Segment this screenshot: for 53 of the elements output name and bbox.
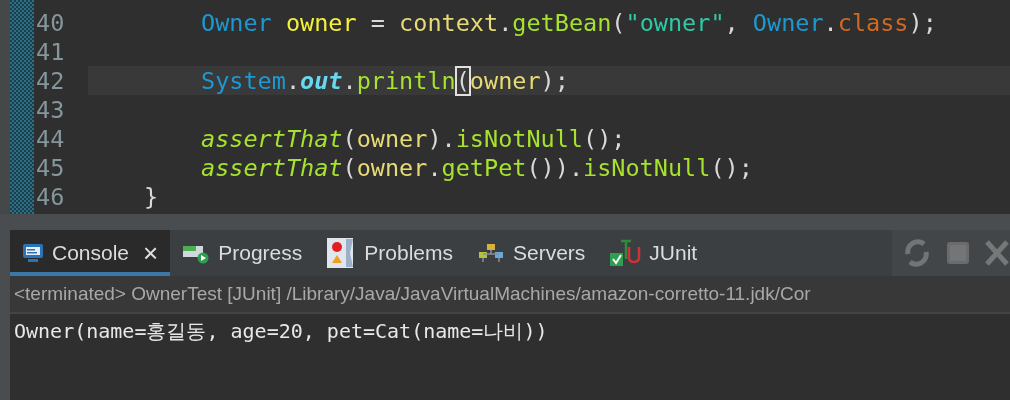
method-name: println <box>356 66 456 95</box>
method-name: getPet <box>441 153 527 182</box>
method-name: isNotNull <box>583 153 711 182</box>
code-text: . <box>823 8 838 37</box>
static-field: out <box>300 66 343 95</box>
code-text: ). <box>427 124 456 153</box>
console-description: <terminated> OwnerTest [JUnit] /Library/Java/JavaVirtualMachines/amazon-corretto-11.jdk/Cor <box>10 276 1010 314</box>
servers-icon <box>477 242 505 264</box>
variable-name: owner <box>356 153 428 182</box>
code-text: ( <box>342 153 357 182</box>
code-text: ); <box>908 8 937 37</box>
matched-bracket: ( <box>455 66 470 95</box>
method-name: isNotNull <box>455 124 584 153</box>
type-name: Owner <box>752 8 824 37</box>
type-name: System <box>201 66 286 95</box>
method-name: assertThat <box>201 153 343 182</box>
variable-name: context <box>399 8 499 37</box>
code-text: . <box>342 66 357 95</box>
code-text: (); <box>583 124 626 153</box>
view-tab[interactable]: Problems <box>314 230 465 276</box>
code-text: . <box>498 8 513 37</box>
code-text: = <box>369 8 386 37</box>
junit-icon <box>609 239 642 267</box>
variable-name: owner <box>356 124 428 153</box>
variable-name: owner <box>285 8 357 37</box>
code-text: (); <box>710 153 753 182</box>
view-tab[interactable]: Console × <box>10 230 171 276</box>
view-tab[interactable]: Servers <box>465 230 598 276</box>
code-text: } <box>144 182 159 211</box>
line-number: 41 <box>35 37 66 66</box>
string-literal: "owner" <box>625 8 725 37</box>
view-tab[interactable]: JUnit <box>597 230 710 276</box>
variable-name: owner <box>469 66 541 95</box>
line-number: 40 <box>35 8 66 37</box>
method-name: assertThat <box>201 124 343 153</box>
code-text: . <box>285 66 301 95</box>
close-tab-button[interactable]: × <box>143 237 159 269</box>
type-name: Owner <box>201 8 273 37</box>
method-name: getBean <box>512 8 612 37</box>
line-number: 45 <box>35 153 66 182</box>
line-number: 43 <box>35 95 66 124</box>
view-tab[interactable]: Progress <box>170 230 315 276</box>
keyword: class <box>837 8 909 37</box>
code-text: ( <box>611 8 626 37</box>
monitor-icon <box>22 243 44 263</box>
code-text: . <box>427 153 442 182</box>
code-text: , <box>724 8 740 37</box>
code-text: ); <box>540 66 569 95</box>
line-number: 46 <box>35 182 66 211</box>
console-output: Owner(name=홍길동, age=20, pet=Cat(name=나비)) <box>14 318 549 345</box>
line-number: 44 <box>35 124 66 153</box>
code-text: ()). <box>526 153 584 182</box>
code-text: ( <box>342 124 357 153</box>
